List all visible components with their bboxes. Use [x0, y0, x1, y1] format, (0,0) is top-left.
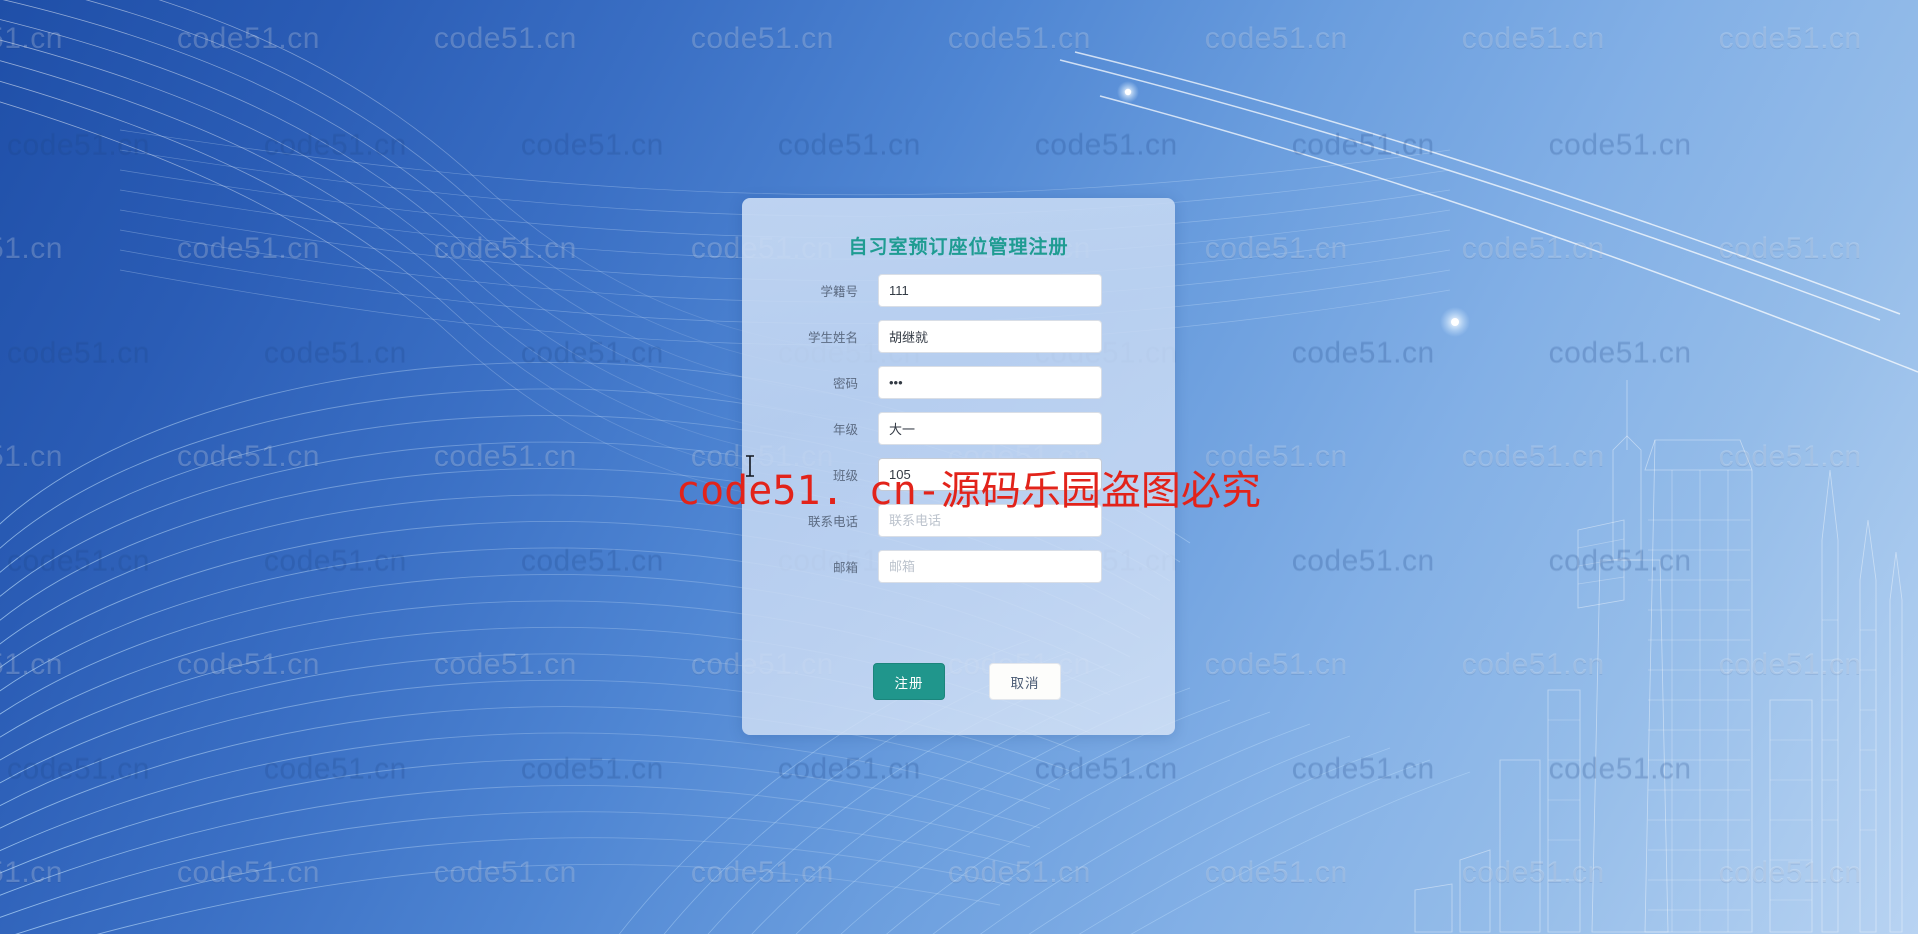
watermark-text: code51.cn — [520, 544, 664, 577]
label-grade: 年级 — [832, 423, 858, 437]
watermark-text: code51.cn — [176, 232, 320, 265]
watermark-text: code51.cn — [263, 752, 407, 785]
watermark-text: code51.cn — [1461, 232, 1605, 265]
form-row-student-id: 学籍号 — [742, 271, 1175, 317]
watermark-text: code51.cn — [1034, 752, 1178, 785]
class-input[interactable] — [878, 458, 1102, 491]
registration-form: 学籍号 学生姓名 密码 年级 班级 联系电话 — [742, 271, 1175, 593]
watermark-text: code51.cn — [1718, 440, 1862, 473]
watermark-text: code51.cn — [1548, 336, 1692, 369]
watermark-text: code51.cn — [176, 648, 320, 681]
label-student-name: 学生姓名 — [807, 331, 858, 345]
form-row-grade: 年级 — [742, 409, 1175, 455]
email-input[interactable] — [878, 550, 1102, 583]
watermark-text: code51.cn — [433, 232, 577, 265]
page-title: 自习室预订座位管理注册 — [848, 237, 1069, 258]
watermark-text: code51.cn — [1204, 232, 1348, 265]
watermark-text: code51.cn — [1291, 128, 1435, 161]
watermark-text: code51.cn — [520, 336, 664, 369]
watermark-text: code51.cn — [1204, 22, 1348, 55]
watermark-text: code51.cn — [6, 336, 150, 369]
watermark-text: code51.cn — [0, 440, 63, 473]
watermark-text: code51.cn — [1718, 22, 1862, 55]
watermark-text: code51.cn — [1204, 648, 1348, 681]
watermark-text: code51.cn — [1461, 856, 1605, 889]
watermark-text: code51.cn — [1204, 856, 1348, 889]
password-input[interactable] — [878, 366, 1102, 399]
watermark-text: code51.cn — [0, 856, 63, 889]
watermark-text: code51.cn — [1291, 336, 1435, 369]
watermark-text: code51.cn — [263, 128, 407, 161]
watermark-text: code51.cn — [6, 128, 150, 161]
phone-input[interactable] — [878, 504, 1102, 537]
watermark-text: code51.cn — [1548, 544, 1692, 577]
label-class: 班级 — [832, 469, 858, 483]
watermark-text: code51.cn — [1548, 128, 1692, 161]
form-row-student-name: 学生姓名 — [742, 317, 1175, 363]
watermark-text: code51.cn — [1548, 752, 1692, 785]
register-button[interactable]: 注册 — [873, 663, 945, 700]
watermark-text: code51.cn — [1204, 440, 1348, 473]
watermark-text: code51.cn — [777, 128, 921, 161]
watermark-text: code51.cn — [263, 336, 407, 369]
watermark-text: code51.cn — [176, 440, 320, 473]
watermark-text: code51.cn — [947, 22, 1091, 55]
watermark-text: code51.cn — [1461, 440, 1605, 473]
watermark-text: code51.cn — [1718, 856, 1862, 889]
grade-input[interactable] — [878, 412, 1102, 445]
watermark-text: code51.cn — [6, 752, 150, 785]
form-row-class: 班级 — [742, 455, 1175, 501]
form-row-phone: 联系电话 — [742, 501, 1175, 547]
watermark-text: code51.cn — [520, 752, 664, 785]
cityscape-wireframe — [1414, 380, 1903, 933]
watermark-text: code51.cn — [1034, 128, 1178, 161]
watermark-text: code51.cn — [690, 856, 834, 889]
watermark-text: code51.cn — [433, 856, 577, 889]
watermark-text: code51.cn — [433, 648, 577, 681]
watermark-text: code51.cn — [1718, 648, 1862, 681]
watermark-text: code51.cn — [6, 544, 150, 577]
form-row-email: 邮箱 — [742, 547, 1175, 593]
watermark-text: code51.cn — [0, 22, 63, 55]
watermark-text: code51.cn — [1461, 648, 1605, 681]
watermark-text: code51.cn — [777, 752, 921, 785]
watermark-text: code51.cn — [520, 128, 664, 161]
watermark-text: code51.cn — [0, 648, 63, 681]
watermark-text: code51.cn — [1718, 232, 1862, 265]
watermark-text: code51.cn — [0, 232, 63, 265]
watermark-text: code51.cn — [1291, 752, 1435, 785]
cancel-button[interactable]: 取消 — [989, 663, 1061, 700]
watermark-text: code51.cn — [176, 856, 320, 889]
label-student-id: 学籍号 — [820, 285, 858, 299]
label-phone: 联系电话 — [807, 515, 858, 529]
app-screen: code51.cn code51.cn code51.cn code51.cn code… — [0, 0, 1918, 934]
watermark-text: code51.cn — [433, 22, 577, 55]
label-email: 邮箱 — [832, 561, 858, 575]
student-name-input[interactable] — [878, 320, 1102, 353]
watermark-text: code51.cn — [263, 544, 407, 577]
watermark-text: code51.cn — [1461, 22, 1605, 55]
registration-card: 自习室预订座位管理注册 学籍号 学生姓名 密码 年级 班级 — [742, 198, 1175, 735]
watermark-text: code51.cn — [433, 440, 577, 473]
student-id-input[interactable] — [878, 274, 1102, 307]
watermark-text: code51.cn — [690, 22, 834, 55]
watermark-text: code51.cn — [176, 22, 320, 55]
watermark-text: code51.cn — [1291, 544, 1435, 577]
label-password: 密码 — [832, 377, 858, 391]
watermark-text: code51.cn — [947, 856, 1091, 889]
form-row-password: 密码 — [742, 363, 1175, 409]
